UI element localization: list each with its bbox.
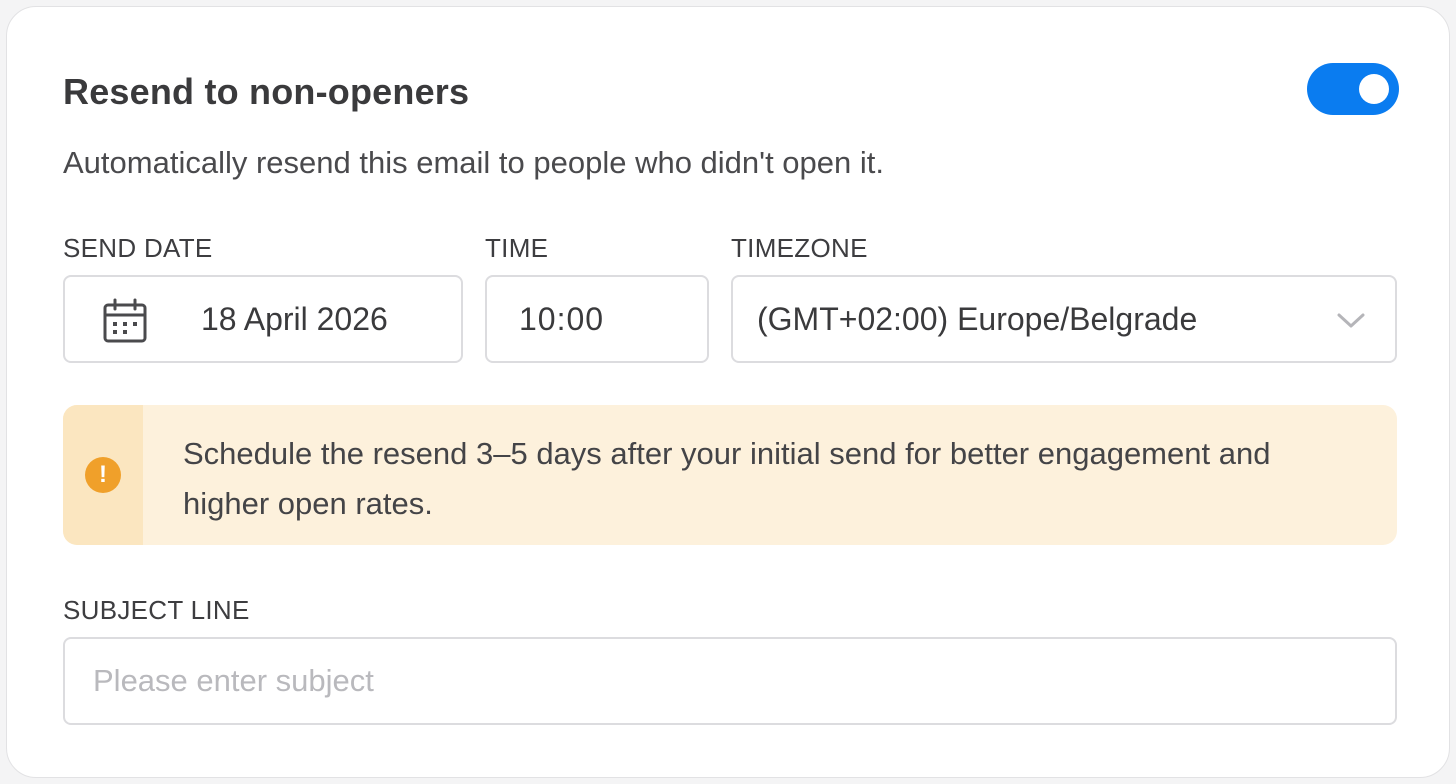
timezone-select[interactable]: (GMT+02:00) Europe/Belgrade [731, 275, 1397, 363]
chevron-down-icon [1337, 313, 1365, 328]
subject-input[interactable] [63, 637, 1397, 725]
section-title: Resend to non-openers [63, 71, 470, 112]
section-description: Automatically resend this email to peopl… [63, 145, 885, 180]
info-notice: ! Schedule the resend 3–5 days after you… [63, 405, 1397, 545]
toggle-knob [1359, 74, 1389, 104]
resend-toggle[interactable] [1307, 63, 1399, 115]
timezone-label: TIMEZONE [731, 233, 868, 263]
notice-text: Schedule the resend 3–5 days after your … [183, 436, 1271, 521]
send-date-label: SEND DATE [63, 233, 213, 263]
calendar-icon [103, 298, 147, 343]
subject-line-label: SUBJECT LINE [63, 595, 250, 625]
send-date-value: 18 April 2026 [201, 300, 388, 337]
time-value: 10:00 [519, 300, 605, 337]
warning-icon: ! [85, 457, 121, 493]
time-label: TIME [485, 233, 549, 263]
timezone-value: (GMT+02:00) Europe/Belgrade [757, 300, 1198, 337]
time-field[interactable]: 10:00 [485, 275, 709, 363]
send-date-field[interactable]: 18 April 2026 [63, 275, 463, 363]
resend-card: Resend to non-openers Automatically rese… [6, 6, 1450, 778]
